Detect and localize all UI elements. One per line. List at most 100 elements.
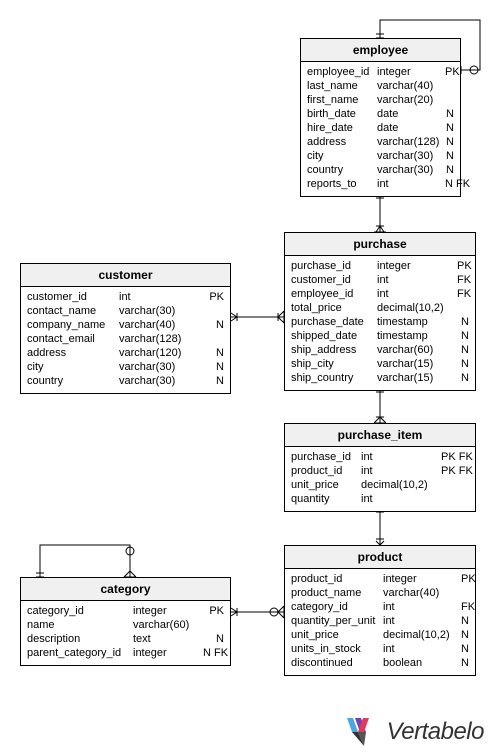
column-name: ship_country [291, 371, 377, 385]
column-flags: FK [455, 600, 475, 614]
column-flags: PK FK [435, 464, 473, 478]
entity-title: employee [301, 39, 460, 62]
column-name: birth_date [307, 107, 377, 121]
column-type: int [377, 287, 451, 301]
column-row: customer_idintFK [291, 273, 469, 287]
column-row: namevarchar(60) [27, 618, 224, 632]
column-type: varchar(30) [119, 360, 199, 374]
column-type: text [133, 632, 197, 646]
column-row: customer_idintPK [27, 290, 224, 304]
column-flags: PK [439, 65, 460, 79]
vertabelo-logo-icon [347, 718, 381, 746]
column-row: units_in_stockintN [291, 642, 469, 656]
column-flags [463, 492, 469, 506]
entity-title: category [21, 578, 230, 601]
entity-title: purchase_item [285, 424, 475, 447]
column-type: timestamp [377, 329, 451, 343]
column-type: int [377, 273, 451, 287]
entity-employee[interactable]: employee employee_idintegerPKlast_nameva… [300, 38, 461, 197]
column-type: decimal(10,2) [377, 301, 451, 315]
column-name: ship_address [291, 343, 377, 357]
column-row: countryvarchar(30) N [27, 374, 224, 388]
column-name: units_in_stock [291, 642, 383, 656]
column-row: discontinuedbooleanN [291, 656, 469, 670]
column-row: unit_pricedecimal(10,2)N [291, 628, 469, 642]
column-row: addressvarchar(120)N [27, 346, 224, 360]
vertabelo-logo-text: Vertabelo [387, 718, 484, 746]
column-flags [448, 79, 454, 93]
column-flags: N [455, 357, 469, 371]
column-flags: N [455, 614, 469, 628]
column-flags: N [210, 346, 224, 360]
column-row: total_pricedecimal(10,2) [291, 301, 469, 315]
column-name: unit_price [291, 628, 383, 642]
column-type: integer [383, 572, 455, 586]
column-flags: N [455, 642, 469, 656]
column-name: country [307, 163, 377, 177]
column-name: employee_id [307, 65, 377, 79]
column-flags: N [210, 374, 224, 388]
column-name: last_name [307, 79, 377, 93]
column-flags [463, 301, 469, 315]
column-type: int [361, 492, 435, 506]
column-flags [218, 618, 224, 632]
column-name: customer_id [291, 273, 377, 287]
column-flags: N FK [439, 177, 470, 191]
column-type: varchar(30) [119, 374, 199, 388]
column-row: employee_idintFK [291, 287, 469, 301]
column-type: boolean [383, 656, 455, 670]
column-flags: N [455, 329, 469, 343]
column-row: cityvarchar(30)N [27, 360, 224, 374]
column-flags: PK [451, 259, 472, 273]
column-name: shipped_date [291, 329, 377, 343]
entity-purchase-item[interactable]: purchase_item purchase_idintPK FKproduct… [284, 423, 476, 512]
column-row: purchase_idintPK FK [291, 450, 469, 464]
column-row: birth_datedateN [307, 107, 454, 121]
column-type: varchar(30) [119, 304, 199, 318]
column-type: int [383, 614, 455, 628]
entity-purchase[interactable]: purchase purchase_idintegerPKcustomer_id… [284, 232, 476, 391]
column-type: timestamp [377, 315, 451, 329]
column-type: varchar(15) [377, 357, 451, 371]
column-type: varchar(30) [377, 163, 439, 177]
column-flags: N [440, 121, 454, 135]
column-flags: N [455, 656, 469, 670]
column-row: ship_addressvarchar(60)N [291, 343, 469, 357]
entity-customer[interactable]: customer customer_idintPKcontact_namevar… [20, 263, 231, 394]
column-flags: FK [451, 287, 471, 301]
column-flags: N [440, 149, 454, 163]
entity-body: category_idintegerPKnamevarchar(60)descr… [21, 601, 230, 665]
column-name: quantity_per_unit [291, 614, 383, 628]
column-name: employee_id [291, 287, 377, 301]
column-type: int [383, 600, 455, 614]
entity-title: customer [21, 264, 230, 287]
column-type: varchar(15) [377, 371, 451, 385]
column-flags: N [440, 163, 454, 177]
column-row: addressvarchar(128)N [307, 135, 454, 149]
column-row: employee_idintegerPK [307, 65, 454, 79]
column-name: country [27, 374, 119, 388]
column-flags: PK FK [435, 450, 473, 464]
column-flags: N [455, 343, 469, 357]
vertabelo-logo: Vertabelo [347, 718, 484, 746]
column-row: quantity_per_unitintN [291, 614, 469, 628]
column-row: purchase_idintegerPK [291, 259, 469, 273]
entity-category[interactable]: category category_idintegerPKnamevarchar… [20, 577, 231, 666]
column-row: unit_pricedecimal(10,2) [291, 478, 469, 492]
column-name: name [27, 618, 133, 632]
column-row: product_namevarchar(40) [291, 586, 469, 600]
column-type: varchar(20) [377, 93, 439, 107]
column-type: varchar(40) [119, 318, 199, 332]
column-name: product_id [291, 464, 361, 478]
column-name: unit_price [291, 478, 361, 492]
column-flags: N [455, 371, 469, 385]
entity-product[interactable]: product product_idintegerPKproduct_namev… [284, 545, 476, 676]
column-type: varchar(128) [377, 135, 439, 149]
column-name: parent_category_id [27, 646, 133, 660]
column-name: customer_id [27, 290, 119, 304]
column-flags: N FK [197, 646, 228, 660]
column-type: varchar(40) [383, 586, 455, 600]
column-type: integer [133, 646, 197, 660]
column-type: varchar(120) [119, 346, 199, 360]
column-type: int [361, 464, 435, 478]
